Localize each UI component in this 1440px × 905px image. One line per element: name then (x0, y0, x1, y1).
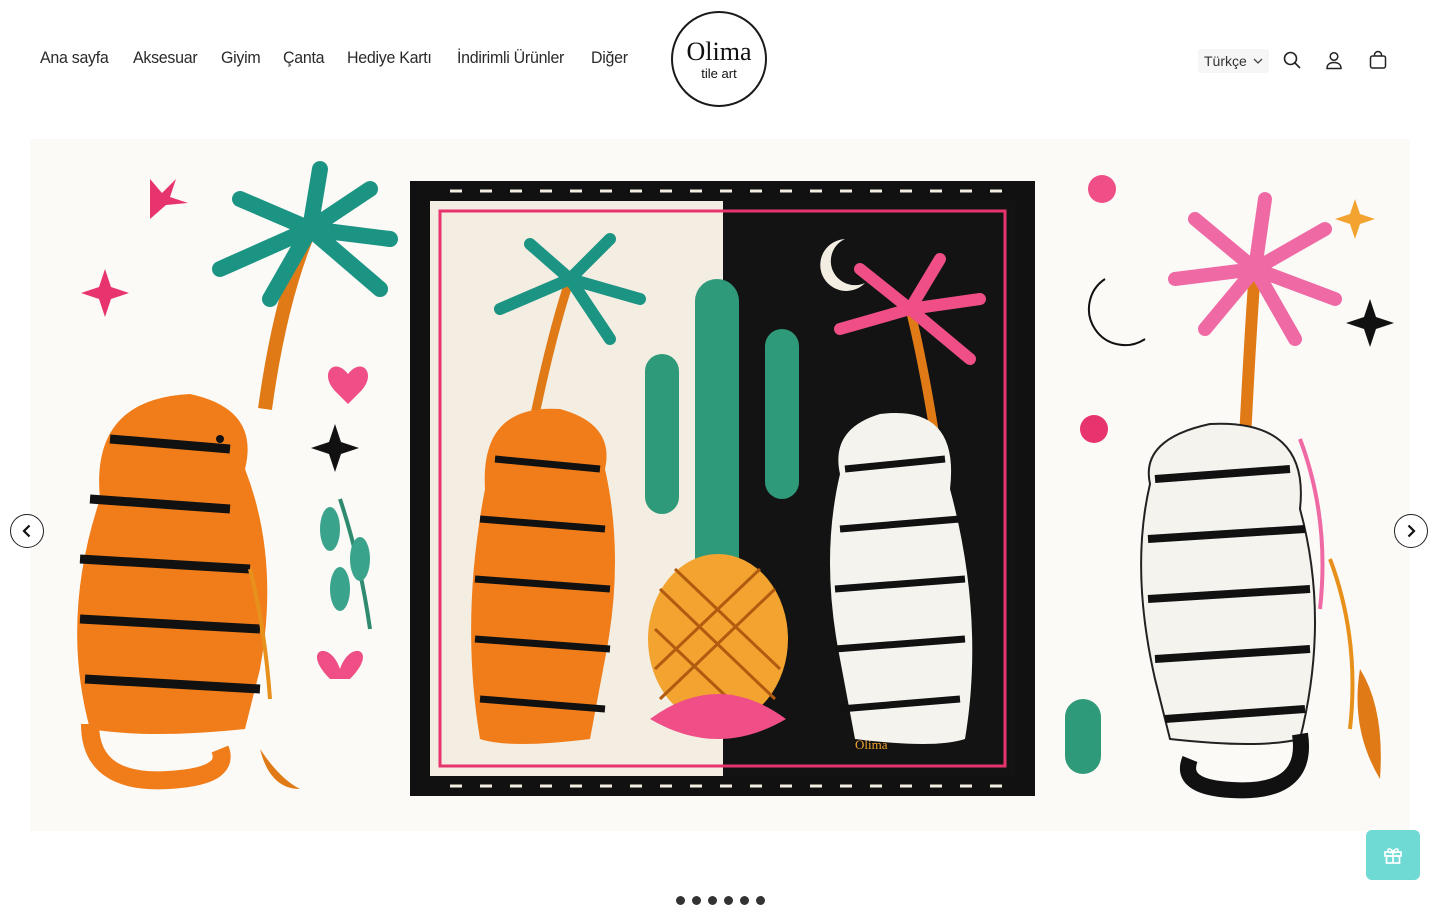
cart-button[interactable] (1368, 50, 1388, 70)
site-logo[interactable]: Olima tile art (671, 11, 767, 107)
nav-item-accessories[interactable]: Aksesuar (133, 48, 198, 68)
bag-icon (1369, 50, 1387, 69)
logo-name: Olima (686, 37, 752, 66)
language-label: Türkçe (1204, 53, 1247, 69)
nav-item-other[interactable]: Diğer (591, 48, 628, 68)
hero-slide-image: Olima (30, 139, 1410, 831)
nav-item-gift-card[interactable]: Hediye Kartı (347, 48, 432, 68)
gift-icon (1384, 848, 1402, 864)
slide-dot-4[interactable] (724, 896, 733, 905)
rewards-button[interactable] (1366, 830, 1420, 880)
language-selector[interactable]: Türkçe (1198, 49, 1269, 73)
user-icon (1326, 51, 1342, 70)
main-nav: Ana sayfa Aksesuar Giyim Çanta Hediye Ka… (40, 48, 650, 68)
account-button[interactable] (1324, 50, 1344, 70)
slide-dot-2[interactable] (692, 896, 701, 905)
slide-dots (676, 896, 765, 905)
slide-dot-1[interactable] (676, 896, 685, 905)
chevron-left-icon (22, 524, 31, 538)
slide-dot-3[interactable] (708, 896, 717, 905)
hero-illustration: Olima (77, 161, 1394, 799)
site-header: Ana sayfa Aksesuar Giyim Çanta Hediye Ka… (0, 0, 1440, 122)
scarf: Olima (410, 181, 1035, 796)
nav-item-clothing[interactable]: Giyim (221, 48, 261, 68)
nav-item-bags[interactable]: Çanta (283, 48, 325, 68)
scarf-signature: Olima (855, 737, 888, 752)
chevron-right-icon (1407, 524, 1416, 538)
logo-tagline: tile art (701, 66, 737, 81)
search-icon (1283, 51, 1301, 69)
slide-dot-5[interactable] (740, 896, 749, 905)
nav-item-sale[interactable]: İndirimli Ürünler (457, 48, 564, 68)
slide-prev-button[interactable] (10, 514, 44, 548)
chevron-down-icon (1253, 58, 1263, 64)
right-tiger (1140, 422, 1316, 799)
left-tiger (77, 394, 268, 790)
nav-item-home[interactable]: Ana sayfa (40, 48, 109, 68)
search-button[interactable] (1282, 50, 1302, 70)
slide-dot-6[interactable] (756, 896, 765, 905)
slide-next-button[interactable] (1394, 514, 1428, 548)
